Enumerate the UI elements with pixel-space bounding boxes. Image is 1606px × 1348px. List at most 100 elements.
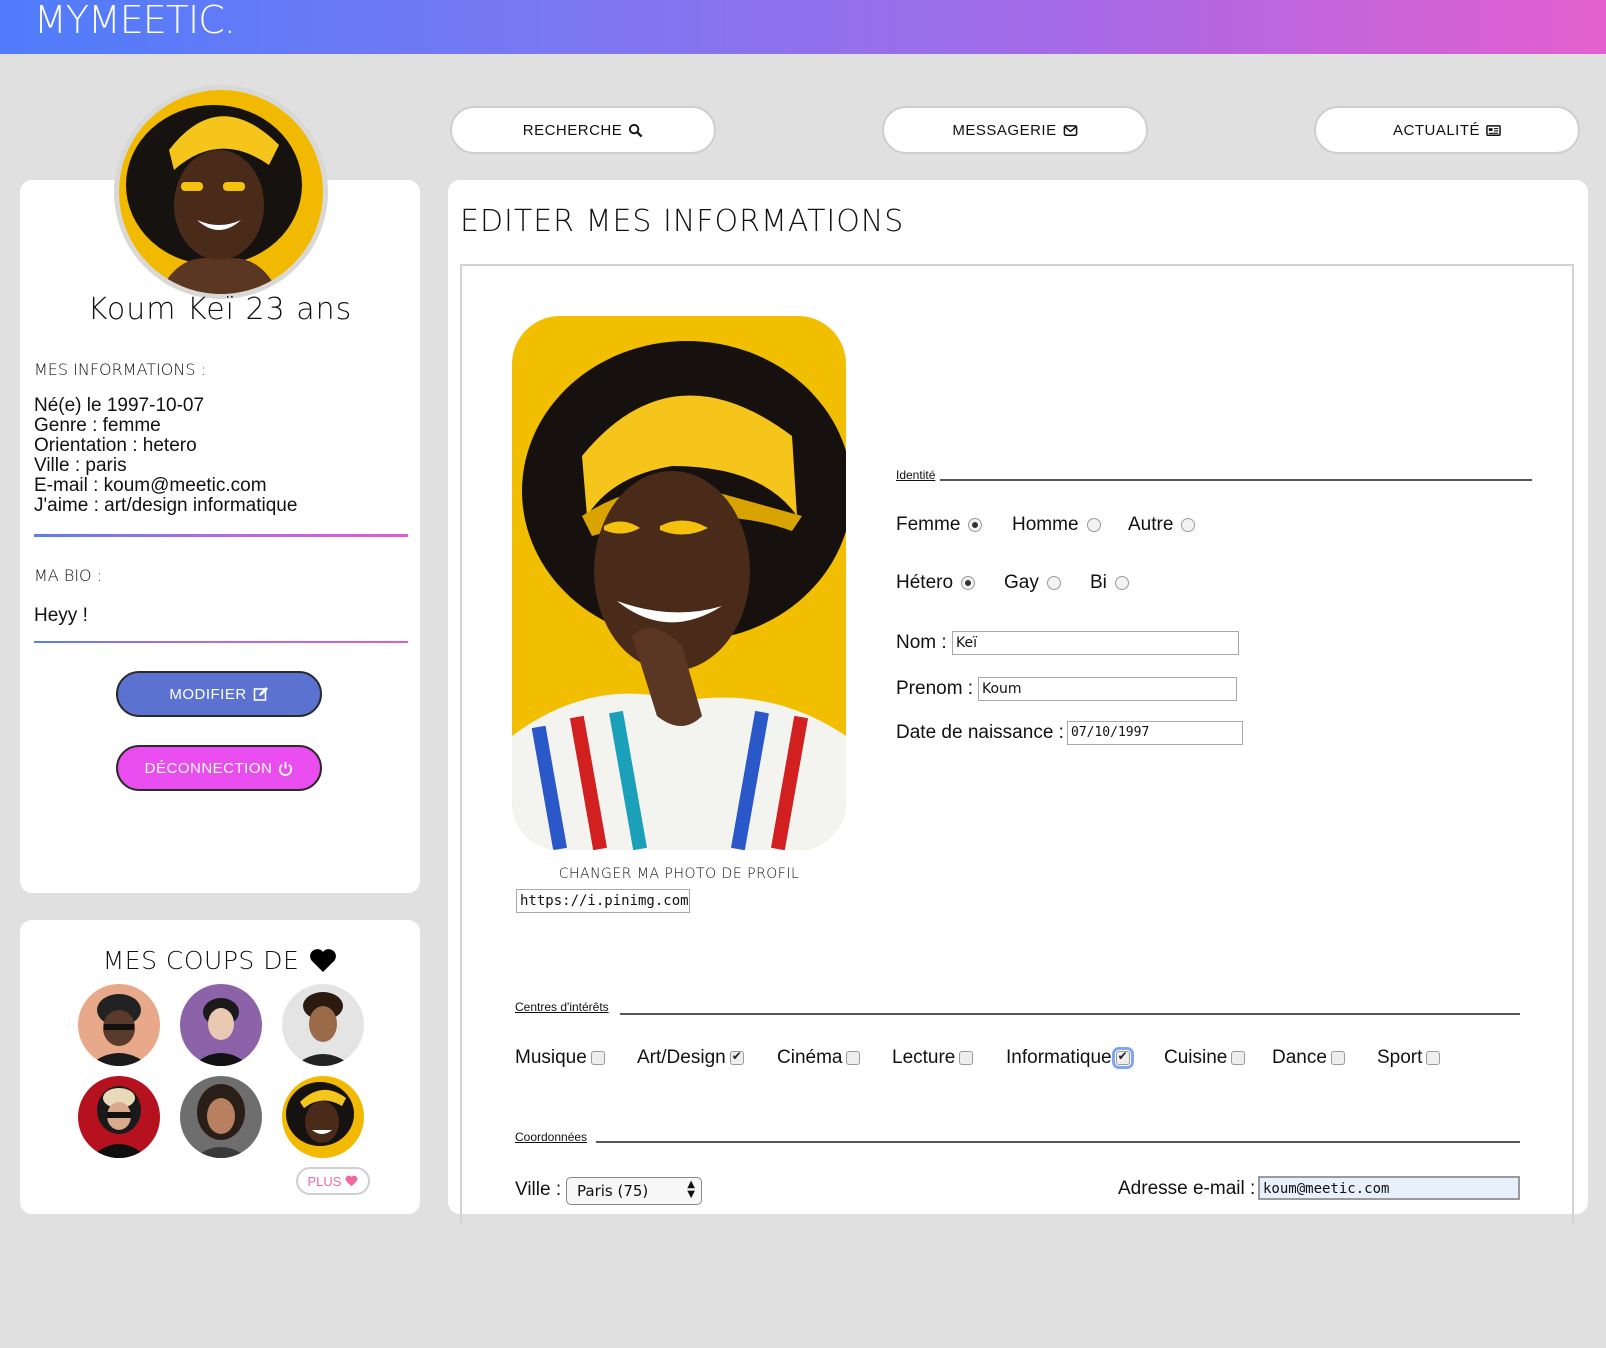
interest-checkbox[interactable]	[729, 1049, 744, 1065]
info-lines: Né(e) le 1997-10-07 Genre : femme Orient…	[34, 396, 297, 516]
search-nav-button[interactable]: RECHERCHE	[450, 106, 716, 154]
power-icon	[279, 761, 293, 776]
news-nav-button[interactable]: ACTUALITÉ	[1314, 106, 1580, 154]
edit-icon	[253, 687, 268, 701]
select-arrows-icon: ▲ ▼	[687, 1179, 695, 1200]
profile-avatar	[114, 85, 328, 299]
interest-label: Sport	[1377, 1047, 1423, 1068]
email-input[interactable]: koum@meetic.com	[1258, 1176, 1520, 1200]
info-line-email: E-mail : koum@meetic.com	[34, 475, 267, 496]
change-photo-label: CHANGER MA PHOTO DE PROFIL	[558, 866, 800, 882]
heart-icon	[310, 949, 337, 972]
city-select-value: Paris (75)	[577, 1182, 649, 1200]
birthdate-label: Date de naissance :	[896, 722, 1064, 743]
favorite-avatar[interactable]	[282, 984, 364, 1066]
divider	[596, 1141, 1520, 1143]
photo-url-input[interactable]: https://i.pinimg.com/56	[516, 889, 690, 913]
favorite-avatar[interactable]	[180, 984, 262, 1066]
more-favorites-label: PLUS	[307, 1173, 342, 1189]
interest-label: Cinéma	[777, 1047, 843, 1068]
gender-option-femme[interactable]: Femme	[896, 514, 983, 536]
gender-label: Femme	[896, 514, 961, 535]
gender-option-autre[interactable]: Autre	[1128, 514, 1196, 536]
divider	[34, 534, 408, 537]
more-favorites-button[interactable]: PLUS	[296, 1167, 370, 1195]
interest-label: Cuisine	[1164, 1047, 1228, 1068]
modify-label: MODIFIER	[169, 685, 247, 703]
favorite-avatar[interactable]	[78, 984, 160, 1066]
nom-label: Nom :	[896, 632, 947, 653]
heart-icon	[345, 1175, 358, 1187]
interest-checkbox[interactable]	[1426, 1051, 1441, 1065]
messages-nav-label: MESSAGERIE	[952, 121, 1057, 139]
search-nav-label: RECHERCHE	[522, 121, 623, 139]
modify-button[interactable]: MODIFIER	[116, 671, 322, 717]
interest-cuisine[interactable]: Cuisine	[1164, 1047, 1246, 1069]
top-bar: MYMEETIC.	[0, 0, 1606, 54]
orientation-radio[interactable]	[1046, 576, 1061, 590]
info-section-title: MES INFORMATIONS :	[34, 360, 206, 379]
favorite-avatar[interactable]	[282, 1076, 364, 1158]
logout-label: DÉCONNECTION	[144, 759, 273, 777]
search-icon	[629, 123, 643, 137]
divider	[34, 641, 408, 643]
interest-cinema[interactable]: Cinéma	[777, 1047, 861, 1069]
divider	[940, 479, 1532, 481]
info-line-gender: Genre : femme	[34, 415, 161, 436]
gender-radio[interactable]	[1181, 518, 1196, 532]
gender-label: Homme	[1012, 514, 1079, 535]
interest-checkbox[interactable]	[1111, 1047, 1134, 1069]
gender-label: Autre	[1128, 514, 1174, 535]
info-line-likes: J'aime : art/design informatique	[34, 495, 298, 516]
favorite-avatar[interactable]	[180, 1076, 262, 1158]
interest-checkbox[interactable]	[1231, 1051, 1246, 1065]
interest-lecture[interactable]: Lecture	[892, 1047, 974, 1069]
interest-checkbox[interactable]	[959, 1051, 974, 1065]
news-nav-label: ACTUALITÉ	[1392, 121, 1480, 139]
divider	[620, 1013, 1520, 1015]
orientation-label: Hétero	[896, 572, 954, 593]
profile-name-age: Koum Keï 23 ans	[87, 292, 353, 327]
info-line-birth: Né(e) le 1997-10-07	[34, 395, 205, 416]
interest-sport[interactable]: Sport	[1377, 1047, 1441, 1069]
city-select[interactable]: Paris (75) ▲ ▼	[566, 1177, 702, 1205]
interest-label: Dance	[1272, 1047, 1327, 1068]
interest-dance[interactable]: Dance	[1272, 1047, 1345, 1069]
nom-input[interactable]: Keï	[952, 631, 1239, 655]
logout-button[interactable]: DÉCONNECTION	[116, 745, 322, 791]
orientation-radio[interactable]	[961, 576, 976, 590]
bio-text: Heyy !	[34, 605, 88, 626]
newspaper-icon	[1486, 124, 1501, 136]
orientation-option-bi[interactable]: Bi	[1090, 572, 1129, 594]
gender-radio[interactable]	[1086, 518, 1101, 532]
favorite-avatar[interactable]	[78, 1076, 160, 1158]
orientation-radio[interactable]	[1114, 576, 1129, 590]
envelope-icon	[1063, 124, 1077, 136]
edit-title: EDITER MES INFORMATIONS	[460, 204, 905, 239]
interest-informatique[interactable]: Informatique	[1006, 1047, 1134, 1069]
prenom-label: Prenom :	[896, 678, 974, 699]
interest-checkbox[interactable]	[1330, 1051, 1345, 1065]
email-label: Adresse e-mail :	[1118, 1178, 1256, 1199]
prenom-input[interactable]: Koum	[978, 677, 1237, 701]
brand-logo[interactable]: MYMEETIC.	[34, 0, 236, 40]
gender-option-homme[interactable]: Homme	[1012, 514, 1101, 536]
interest-musique[interactable]: Musique	[515, 1047, 605, 1069]
interest-label: Art/Design	[637, 1047, 726, 1068]
orientation-option-hetero[interactable]: Hétero	[896, 572, 976, 594]
profile-photo-large	[512, 316, 846, 850]
messages-nav-button[interactable]: MESSAGERIE	[882, 106, 1148, 154]
interests-legend: Centres d'intérêts	[515, 1000, 609, 1014]
interest-checkbox[interactable]	[846, 1051, 861, 1065]
interest-label: Musique	[515, 1047, 587, 1068]
info-line-city: Ville : paris	[34, 455, 127, 476]
orientation-label: Gay	[1004, 572, 1039, 593]
birthdate-input[interactable]: 07/10/1997	[1067, 721, 1243, 745]
interest-label: Lecture	[892, 1047, 956, 1068]
city-label: Ville :	[515, 1179, 562, 1200]
interest-checkbox[interactable]	[590, 1051, 605, 1065]
gender-radio[interactable]	[968, 518, 983, 532]
orientation-option-gay[interactable]: Gay	[1004, 572, 1061, 594]
interest-art-design[interactable]: Art/Design	[637, 1047, 744, 1069]
orientation-label: Bi	[1090, 572, 1107, 593]
